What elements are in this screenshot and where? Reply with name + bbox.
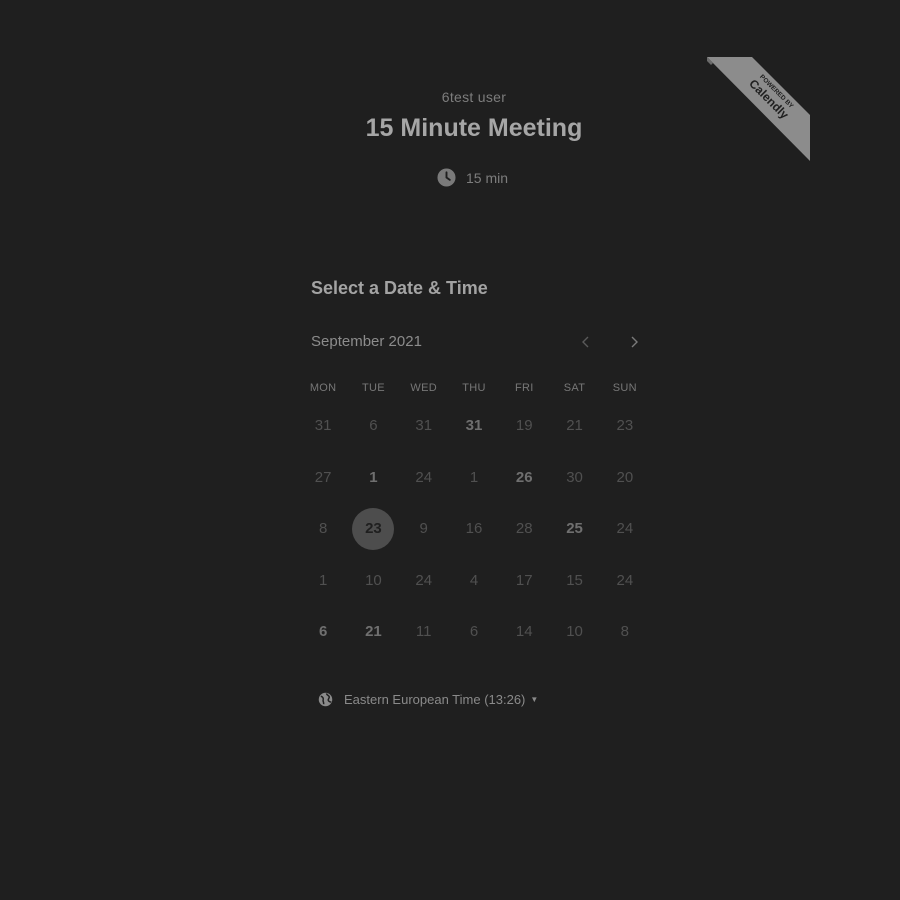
weekday-mon: MON bbox=[309, 382, 337, 394]
duration-label: 15 min bbox=[466, 169, 509, 186]
calendar-week: 8 23 9 16 28 25 24 bbox=[298, 503, 650, 555]
calendar-day: 24 bbox=[616, 571, 634, 589]
calendar-day: 30 bbox=[566, 468, 583, 486]
chevron-left-icon[interactable] bbox=[576, 332, 596, 352]
calendar-day-available[interactable]: 21 bbox=[348, 611, 398, 653]
weekday-tue: TUE bbox=[361, 382, 385, 394]
calendar-day: 19 bbox=[515, 417, 533, 435]
section-title: Select a Date & Time bbox=[311, 278, 488, 298]
calendar-day: 24 bbox=[415, 571, 433, 589]
calendar-grid: 31 6 31 31 19 21 23 27 1 24 1 26 30 20 8 23 9 16 28 25 24 1 10… bbox=[298, 400, 650, 658]
calendar-day: 4 bbox=[469, 571, 479, 589]
calendar-day: 6 bbox=[469, 623, 479, 641]
calendar-day: 23 bbox=[616, 417, 634, 435]
timezone-label: Eastern European Time (13:26) bbox=[344, 692, 526, 707]
calendar-day: 1 bbox=[318, 571, 328, 589]
weekday-fri: FRI bbox=[514, 382, 534, 394]
calendar-day: 16 bbox=[465, 520, 483, 538]
calendar-day: 27 bbox=[314, 468, 332, 486]
calendar-day-available[interactable]: 26 bbox=[499, 456, 549, 498]
calendar-day: 31 bbox=[415, 417, 433, 435]
weekday-header: MON TUE WED THU FRI SAT SUN bbox=[298, 382, 650, 394]
calendar-day: 15 bbox=[566, 571, 583, 589]
calendar-day-selected[interactable]: 23 bbox=[352, 507, 395, 550]
calendar-day: 11 bbox=[415, 623, 432, 641]
calendar-day: 20 bbox=[616, 468, 634, 486]
calendar-day: 17 bbox=[515, 571, 533, 589]
weekday-wed: WED bbox=[410, 382, 437, 394]
calendar-week: 27 1 24 1 26 30 20 bbox=[298, 452, 650, 504]
calendar-week: 6 21 11 6 14 10 8 bbox=[298, 606, 650, 658]
month-label: September 2021 bbox=[311, 333, 422, 350]
calendar-day: 10 bbox=[566, 623, 583, 641]
calendar-day: 28 bbox=[515, 520, 533, 538]
calendar-day: 14 bbox=[515, 623, 533, 641]
clock-icon bbox=[437, 168, 456, 187]
powered-by-calendly-badge[interactable]: POWERED BY Calendly bbox=[707, 57, 810, 161]
weekday-sat: SAT bbox=[563, 382, 586, 394]
month-navigation: September 2021 bbox=[311, 332, 641, 352]
calendar-day-available[interactable]: 6 bbox=[298, 611, 348, 653]
calendar-day: 21 bbox=[566, 417, 583, 435]
weekday-thu: THU bbox=[462, 382, 486, 394]
calendar-day: 31 bbox=[314, 417, 332, 435]
calendar-day: 6 bbox=[369, 417, 378, 435]
calendar-day: 9 bbox=[419, 520, 428, 538]
calendar-week: 1 10 24 4 17 15 24 bbox=[298, 555, 650, 607]
calendar-day: 10 bbox=[365, 571, 382, 589]
calendar-day-available[interactable]: 31 bbox=[449, 405, 499, 447]
event-duration: 15 min bbox=[437, 168, 508, 187]
chevron-right-icon[interactable] bbox=[624, 332, 644, 352]
globe-icon bbox=[318, 692, 333, 707]
calendar-day: 24 bbox=[616, 520, 634, 538]
calendar-day: 1 bbox=[469, 468, 479, 486]
calendar-day: 8 bbox=[318, 520, 328, 538]
calendar-week: 31 6 31 31 19 21 23 bbox=[298, 400, 650, 452]
weekday-sun: SUN bbox=[612, 382, 637, 394]
calendar-day-available[interactable]: 25 bbox=[549, 508, 599, 550]
calendar-day-available[interactable]: 1 bbox=[348, 456, 398, 498]
calendar-day: 8 bbox=[620, 623, 629, 641]
calendar-day: 24 bbox=[415, 468, 433, 486]
timezone-selector[interactable]: Eastern European Time (13:26) ▼ bbox=[318, 692, 538, 707]
caret-down-icon: ▼ bbox=[530, 695, 539, 704]
